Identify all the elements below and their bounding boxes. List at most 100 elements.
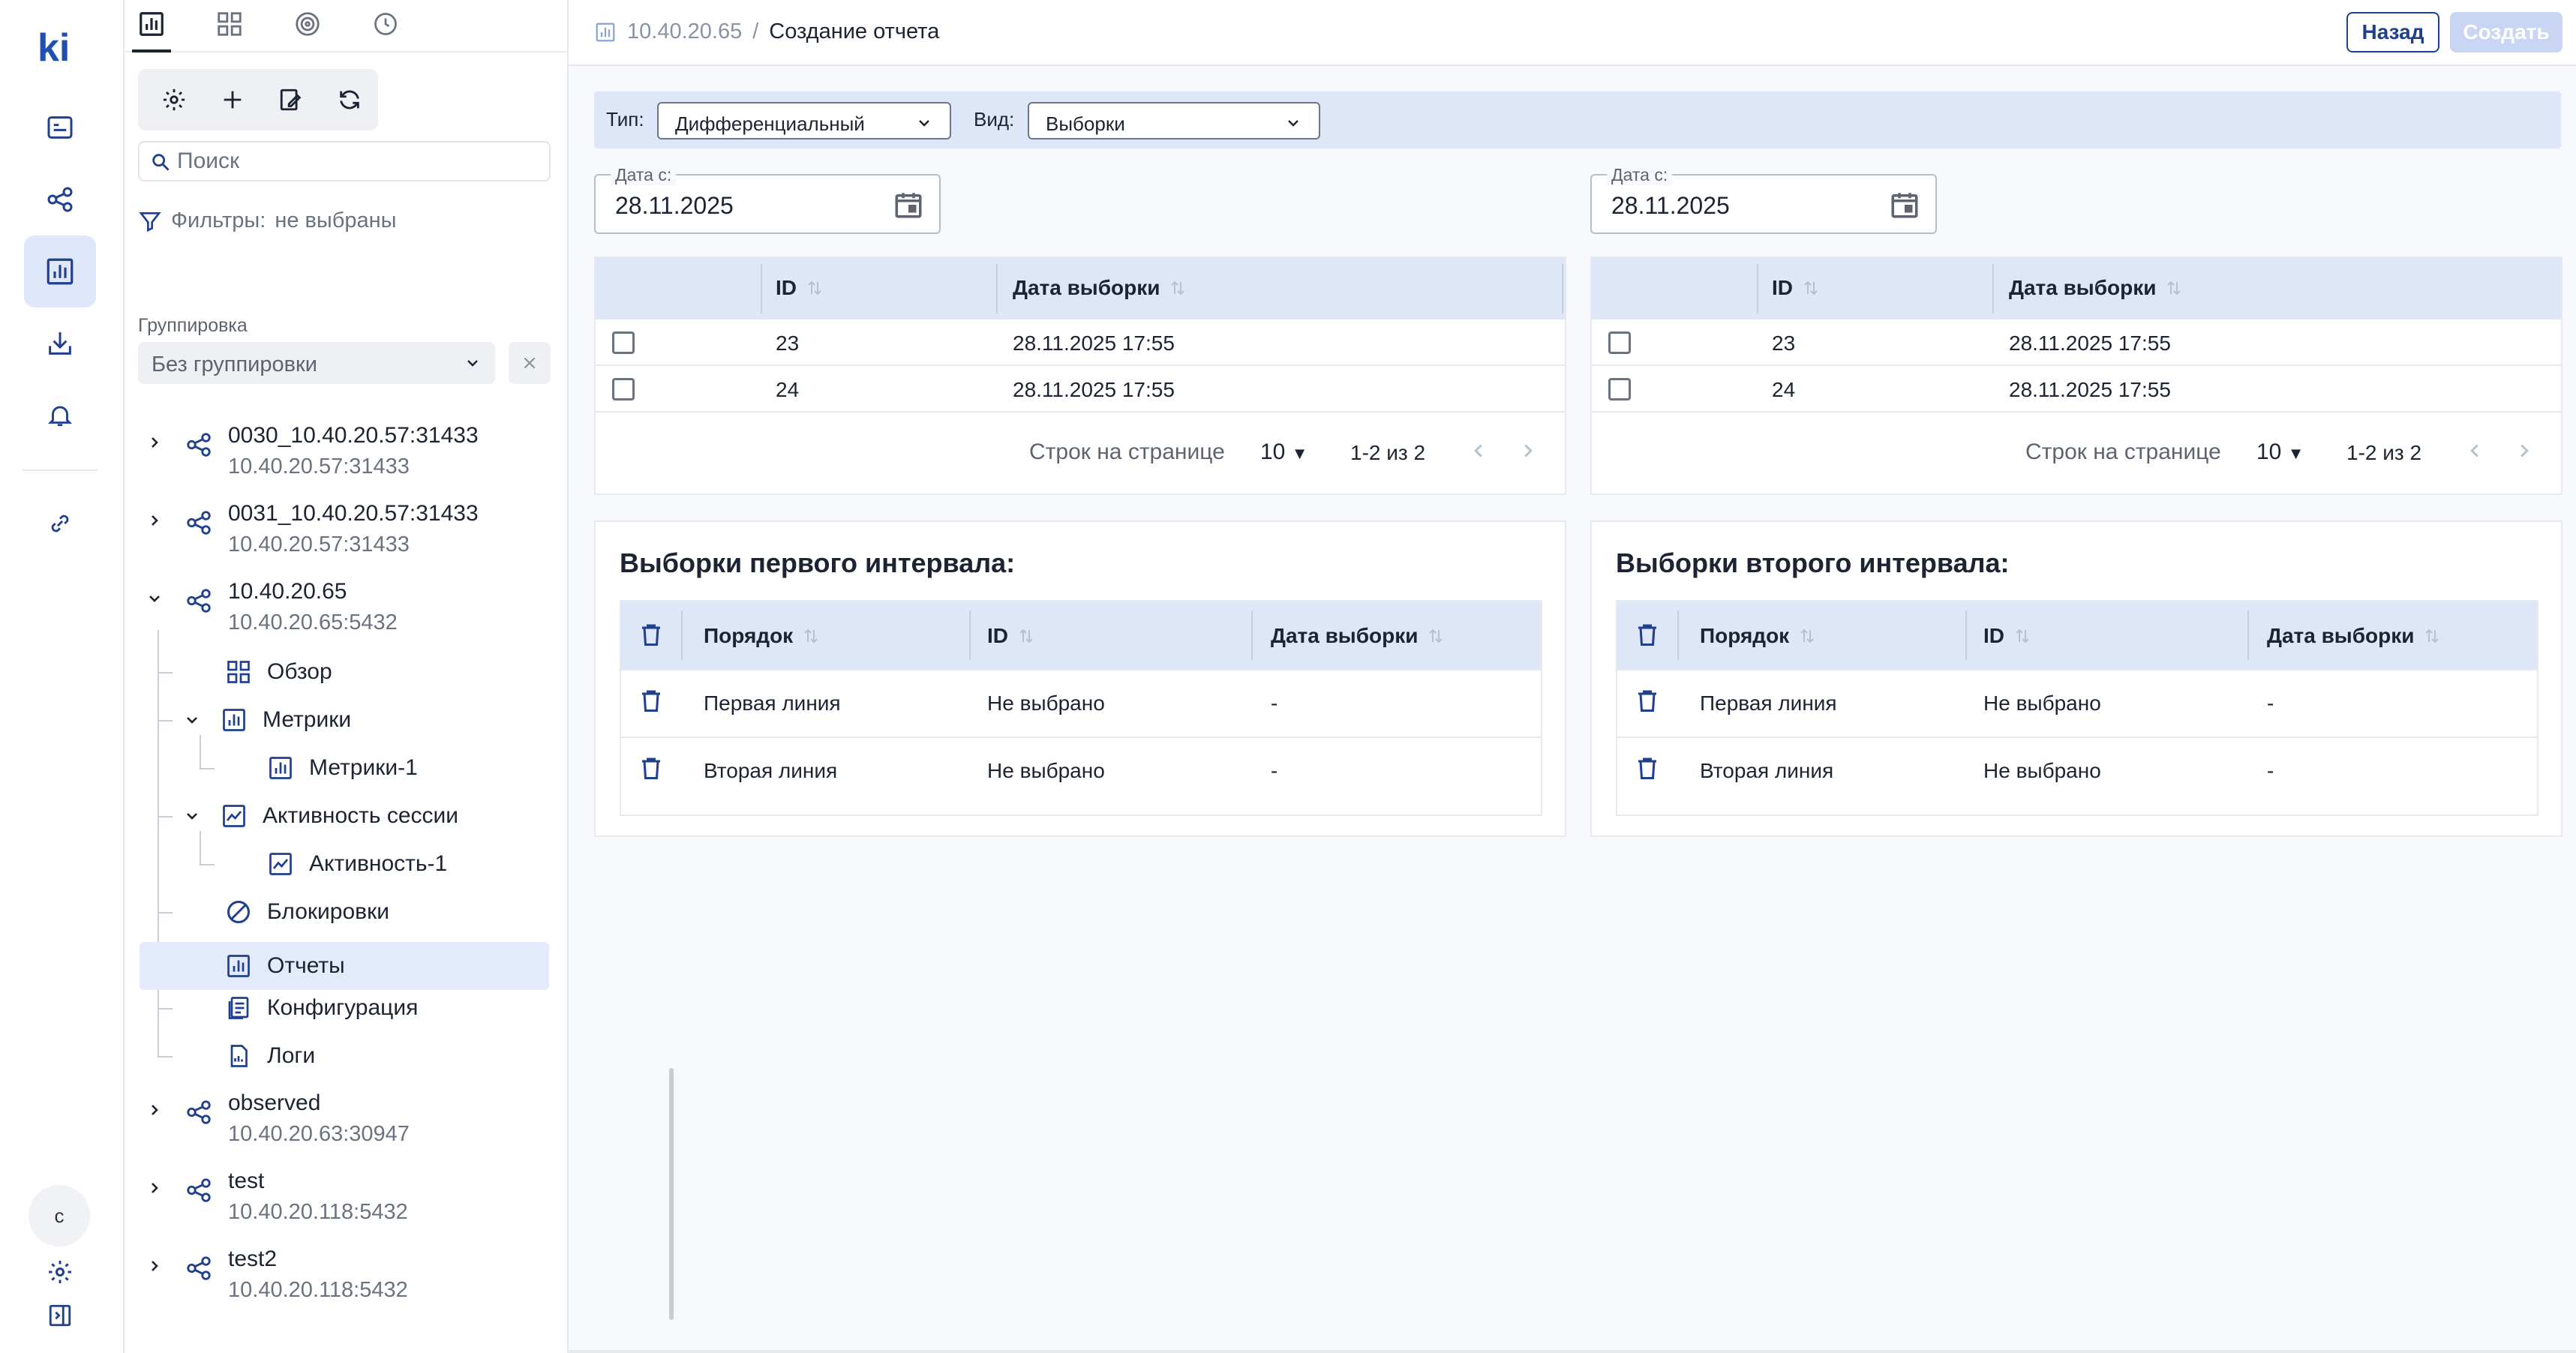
table-row[interactable]: Первая линия Не выбрано - xyxy=(1617,669,2537,736)
plus-icon[interactable] xyxy=(210,77,255,122)
rows-per-page-label: Строк на странице xyxy=(2025,440,2221,464)
prev-page-icon[interactable] xyxy=(1467,440,1490,462)
tree-node[interactable]: 0031_10.40.20.57:31433 10.40.20.57:31433 xyxy=(125,501,569,568)
chart-tab-icon[interactable] xyxy=(132,8,171,52)
chevron-down-icon[interactable] xyxy=(146,590,164,608)
date-from-field-1[interactable]: Дата с: 28.11.2025 xyxy=(594,165,941,234)
rows-per-page-select[interactable]: 10 ▼ xyxy=(1260,440,1308,465)
filters-row[interactable]: Фильтры: не выбраны xyxy=(138,208,397,233)
sort-icon xyxy=(806,279,824,297)
row-checkbox[interactable] xyxy=(612,378,635,400)
tree-node[interactable]: test2 10.40.20.118:5432 xyxy=(125,1246,569,1314)
table-row[interactable]: 24 28.11.2025 17:55 xyxy=(1592,366,2561,412)
grouping-select[interactable]: Без группировки xyxy=(138,342,495,384)
breadcrumb-current: Создание отчета xyxy=(769,20,940,44)
column-header-id[interactable]: ID xyxy=(1983,624,2031,648)
refresh-icon[interactable] xyxy=(327,77,372,122)
tree-item-activity[interactable]: Активность сессии xyxy=(183,792,458,840)
column-divider xyxy=(969,610,971,660)
clock-tab-icon[interactable] xyxy=(369,8,402,40)
tree-item-logs[interactable]: Логи xyxy=(225,1032,315,1080)
next-page-icon[interactable] xyxy=(1517,440,1539,462)
edit-icon[interactable] xyxy=(269,77,314,122)
column-header-date[interactable]: Дата выборки xyxy=(2267,624,2441,648)
tree-node-expanded[interactable]: 10.40.20.65 10.40.20.65:5432 xyxy=(125,579,569,646)
link-icon[interactable] xyxy=(24,488,96,560)
breadcrumb-root[interactable]: 10.40.20.65 xyxy=(627,20,742,44)
tree-item-locks[interactable]: Блокировки xyxy=(225,888,389,936)
chevron-right-icon[interactable] xyxy=(146,512,164,530)
tree-node[interactable]: 0030_10.40.20.57:31433 10.40.20.57:31433 xyxy=(125,423,569,490)
chevron-right-icon[interactable] xyxy=(146,1179,164,1197)
trash-icon[interactable] xyxy=(1634,754,1661,782)
table-row[interactable]: 24 28.11.2025 17:55 xyxy=(596,366,1565,412)
download-icon[interactable] xyxy=(24,308,96,380)
column-header-id[interactable]: ID xyxy=(987,624,1035,648)
create-button[interactable]: Создать xyxy=(2450,12,2562,52)
trash-icon[interactable] xyxy=(638,687,665,714)
table-row[interactable]: Вторая линия Не выбрано - xyxy=(1617,736,2537,804)
view-select[interactable]: Выборки xyxy=(1028,102,1320,140)
tree-scrollbar[interactable] xyxy=(669,1068,674,1320)
chevron-right-icon[interactable] xyxy=(146,1101,164,1119)
column-divider xyxy=(996,264,998,314)
row-checkbox[interactable] xyxy=(612,332,635,354)
table-row[interactable]: 23 28.11.2025 17:55 xyxy=(1592,320,2561,366)
tree-node[interactable]: observed 10.40.20.63:30947 xyxy=(125,1090,569,1158)
tree-item-metrics-1[interactable]: Метрики-1 xyxy=(267,744,418,792)
trash-icon[interactable] xyxy=(638,621,665,648)
prev-page-icon[interactable] xyxy=(2463,440,2486,462)
chevron-right-icon[interactable] xyxy=(146,434,164,452)
dashboard-icon[interactable] xyxy=(24,92,96,164)
column-header-id[interactable]: ID xyxy=(776,276,824,300)
table-row[interactable]: Первая линия Не выбрано - xyxy=(621,669,1541,736)
reports-icon[interactable] xyxy=(24,236,96,308)
trash-icon[interactable] xyxy=(1634,621,1661,648)
date-from-field-2[interactable]: Дата с: 28.11.2025 xyxy=(1590,165,1937,234)
calendar-icon[interactable] xyxy=(893,189,924,220)
samples-table-2: ID Дата выборки 23 28.11.2025 17:55 24 2… xyxy=(1590,256,2562,495)
next-page-icon[interactable] xyxy=(2513,440,2535,462)
chevron-right-icon[interactable] xyxy=(146,1257,164,1275)
topology-icon[interactable] xyxy=(24,164,96,236)
table-row[interactable]: Вторая линия Не выбрано - xyxy=(621,736,1541,804)
column-header-id[interactable]: ID xyxy=(1772,276,1820,300)
type-select[interactable]: Дифференциальный xyxy=(657,102,951,140)
grouping-clear-button[interactable] xyxy=(509,342,551,384)
cell-id: 24 xyxy=(776,378,800,401)
tree-item-config[interactable]: Конфигурация xyxy=(225,984,418,1032)
row-checkbox[interactable] xyxy=(1608,332,1631,354)
panel-tabs xyxy=(125,0,569,52)
trash-icon[interactable] xyxy=(638,754,665,782)
app-rail: ki c xyxy=(0,0,125,1353)
search-input[interactable]: Поиск xyxy=(138,141,551,182)
gear-icon[interactable] xyxy=(152,77,197,122)
trash-icon[interactable] xyxy=(1634,687,1661,714)
rows-per-page-select[interactable]: 10 ▼ xyxy=(2256,440,2304,465)
chevron-down-icon[interactable] xyxy=(183,711,201,729)
column-header-order[interactable]: Порядок xyxy=(1700,624,1816,648)
column-header-order[interactable]: Порядок xyxy=(704,624,820,648)
tree-node[interactable]: test 10.40.20.118:5432 xyxy=(125,1168,569,1236)
column-header-date[interactable]: Дата выборки xyxy=(2009,276,2183,300)
tree-item-reports[interactable]: Отчеты xyxy=(140,942,549,990)
tree-item-activity-1[interactable]: Активность-1 xyxy=(267,840,447,888)
column-header-date[interactable]: Дата выборки xyxy=(1013,276,1187,300)
chevron-down-icon[interactable] xyxy=(183,807,201,825)
calendar-icon[interactable] xyxy=(1889,189,1920,220)
target-tab-icon[interactable] xyxy=(291,8,324,40)
row-checkbox[interactable] xyxy=(1608,378,1631,400)
cluster-icon xyxy=(185,586,213,615)
column-header-date[interactable]: Дата выборки xyxy=(1271,624,1445,648)
tree-connector xyxy=(158,816,173,818)
collapse-icon[interactable] xyxy=(24,1280,96,1352)
tree-item-overview[interactable]: Обзор xyxy=(225,648,332,696)
app-logo[interactable]: ki xyxy=(38,26,70,70)
tree-item-metrics[interactable]: Метрики xyxy=(183,696,351,744)
table-header: Порядок ID Дата выборки xyxy=(621,602,1541,669)
back-button[interactable]: Назад xyxy=(2346,12,2439,52)
grid-tab-icon[interactable] xyxy=(213,8,246,40)
date-label: Дата с: xyxy=(1607,165,1673,185)
table-row[interactable]: 23 28.11.2025 17:55 xyxy=(596,320,1565,366)
bell-icon[interactable] xyxy=(24,380,96,452)
